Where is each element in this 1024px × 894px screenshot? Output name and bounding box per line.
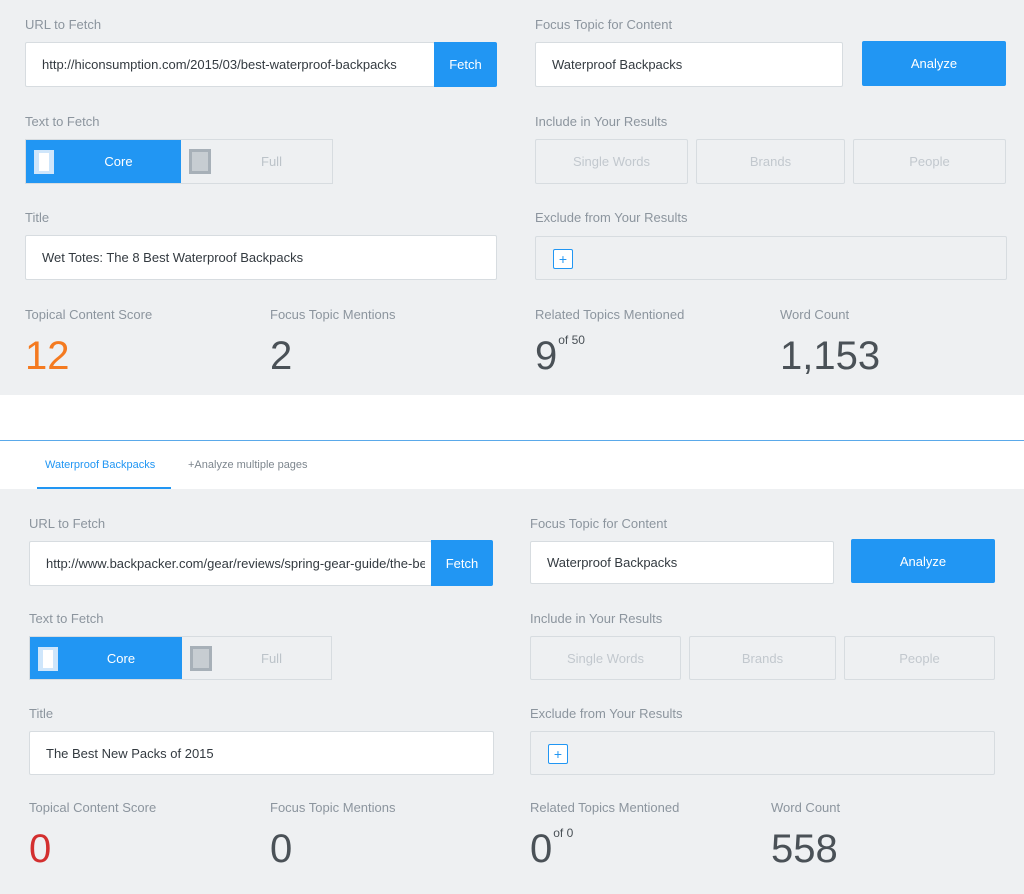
related-topics-value: 9of 50 (535, 333, 585, 378)
related-topics-count: 0 (530, 827, 553, 871)
single-words-button[interactable]: Single Words (530, 636, 681, 680)
title-input[interactable]: Wet Totes: The 8 Best Waterproof Backpac… (25, 235, 497, 280)
focus-mentions-value: 2 (270, 334, 293, 378)
url-input[interactable]: http://hiconsumption.com/2015/03/best-wa… (25, 42, 435, 87)
related-topics-total: of 50 (558, 333, 585, 347)
analysis-panel-2: URL to Fetch http://www.backpacker.com/g… (0, 489, 1024, 894)
title-input[interactable]: The Best New Packs of 2015 (29, 731, 494, 775)
single-words-button[interactable]: Single Words (535, 139, 688, 184)
url-to-fetch-label: URL to Fetch (25, 17, 102, 32)
exclude-results-box: + (535, 236, 1007, 280)
exclude-results-box: + (530, 731, 995, 775)
fetch-button[interactable]: Fetch (434, 42, 497, 87)
focus-mentions-label: Focus Topic Mentions (270, 307, 396, 322)
full-layout-icon (189, 149, 211, 174)
add-exclusion-button[interactable]: + (548, 744, 568, 764)
include-results-label: Include in Your Results (530, 611, 663, 626)
focus-topic-label: Focus Topic for Content (535, 17, 673, 32)
focus-topic-input[interactable]: Waterproof Backpacks (535, 42, 843, 87)
focus-mentions-label: Focus Topic Mentions (270, 800, 396, 815)
word-count-label: Word Count (771, 800, 841, 815)
text-to-fetch-toggle: Core Full (29, 636, 332, 680)
word-count-value: 1,153 (780, 334, 881, 378)
title-label: Title (29, 706, 54, 721)
people-button[interactable]: People (844, 636, 995, 680)
include-results-label: Include in Your Results (535, 114, 668, 129)
related-topics-count: 9 (535, 334, 558, 378)
focus-topic-label: Focus Topic for Content (530, 516, 668, 531)
analysis-panel-1: URL to Fetch http://hiconsumption.com/20… (0, 0, 1024, 395)
text-to-fetch-label: Text to Fetch (25, 114, 100, 129)
word-count-value: 558 (771, 827, 838, 871)
url-input[interactable]: http://www.backpacker.com/gear/reviews/s… (29, 541, 432, 586)
topical-score-label: Topical Content Score (29, 800, 157, 815)
word-count-label: Word Count (780, 307, 850, 322)
related-topics-total: of 0 (553, 826, 574, 840)
url-to-fetch-label: URL to Fetch (29, 516, 106, 531)
brands-button[interactable]: Brands (689, 636, 836, 680)
topical-score-label: Topical Content Score (25, 307, 153, 322)
brands-button[interactable]: Brands (696, 139, 845, 184)
exclude-results-label: Exclude from Your Results (530, 706, 683, 721)
analyze-button[interactable]: Analyze (862, 41, 1006, 86)
focus-topic-input[interactable]: Waterproof Backpacks (530, 541, 834, 584)
topical-score-value: 0 (29, 827, 52, 871)
full-option[interactable]: Full (181, 140, 332, 183)
fetch-button[interactable]: Fetch (431, 540, 493, 586)
text-to-fetch-label: Text to Fetch (29, 611, 104, 626)
tab-waterproof-backpacks[interactable]: Waterproof Backpacks (45, 459, 155, 471)
full-layout-icon (190, 646, 212, 671)
related-topics-value: 0of 0 (530, 826, 574, 871)
related-topics-label: Related Topics Mentioned (530, 800, 680, 815)
section-divider (0, 440, 1024, 441)
analyze-button[interactable]: Analyze (851, 539, 995, 583)
core-layout-icon (38, 647, 58, 671)
core-option[interactable]: Core (30, 637, 182, 679)
title-label: Title (25, 210, 50, 225)
exclude-results-label: Exclude from Your Results (535, 210, 688, 225)
add-exclusion-button[interactable]: + (553, 249, 573, 269)
text-to-fetch-toggle: Core Full (25, 139, 333, 184)
related-topics-label: Related Topics Mentioned (535, 307, 685, 322)
analyze-multiple-pages-link[interactable]: +Analyze multiple pages (188, 459, 308, 471)
core-layout-icon (34, 150, 54, 174)
topical-score-value: 12 (25, 334, 70, 378)
core-option[interactable]: Core (26, 140, 181, 183)
full-option[interactable]: Full (182, 637, 331, 679)
people-button[interactable]: People (853, 139, 1006, 184)
focus-mentions-value: 0 (270, 827, 293, 871)
